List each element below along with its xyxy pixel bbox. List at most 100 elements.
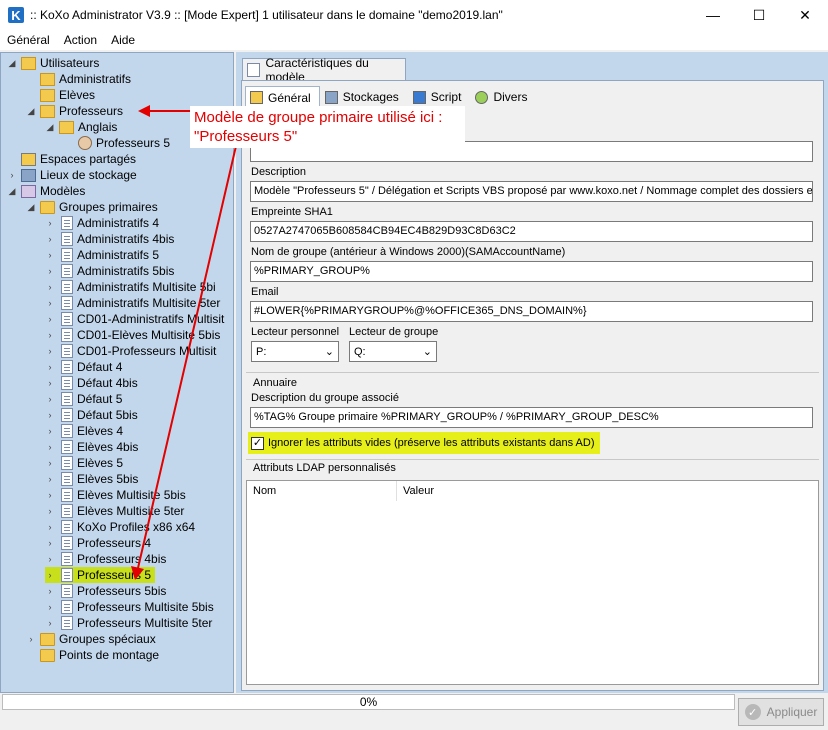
expander-icon[interactable]: › <box>45 346 55 356</box>
tree-item[interactable]: ◢ Utilisateurs <box>7 55 100 71</box>
tree-item[interactable]: › Défaut 4bis <box>45 375 138 391</box>
sha1-field[interactable]: 0527A2747065B608584CB94EC4B829D93C8D63C2 <box>250 221 813 242</box>
minimize-button[interactable]: — <box>690 0 736 30</box>
expander-icon[interactable]: › <box>45 426 55 436</box>
ignore-empty-attributes-checkbox[interactable]: ✓ <box>251 436 264 450</box>
apply-button[interactable]: ✓ Appliquer <box>738 698 824 726</box>
expander-icon[interactable]: › <box>45 234 55 244</box>
expander-icon[interactable]: › <box>45 602 55 612</box>
tree-item[interactable]: › Administratifs Multisite 5bi <box>45 279 216 295</box>
description-field[interactable]: Modèle "Professeurs 5" / Délégation et S… <box>250 181 813 202</box>
close-button[interactable]: ✕ <box>782 0 828 30</box>
expander-icon[interactable]: › <box>45 394 55 404</box>
maximize-button[interactable]: ☐ <box>736 0 782 30</box>
expander-icon[interactable]: › <box>45 218 55 228</box>
tree-item[interactable]: › CD01-Elèves Multisite 5bis <box>45 327 220 343</box>
ignore-empty-attributes-row[interactable]: ✓ Ignorer les attributs vides (préserve … <box>248 432 601 454</box>
tree-item[interactable]: › Elèves 4 <box>45 423 123 439</box>
expander-icon[interactable]: › <box>26 634 36 644</box>
tree-item[interactable]: › CD01-Professeurs Multisit <box>45 343 216 359</box>
tree-item[interactable]: › Lieux de stockage <box>7 167 137 183</box>
tree-item[interactable]: ◢ Modèles <box>7 183 86 199</box>
expander-icon[interactable]: › <box>45 362 55 372</box>
subtab-stockages[interactable]: Stockages <box>320 86 408 108</box>
menu-general[interactable]: Général <box>0 33 57 47</box>
tree-item[interactable]: Administratifs <box>26 71 131 87</box>
tree-item[interactable]: › Groupes spéciaux <box>26 631 156 647</box>
tree-item[interactable]: › Elèves Multisite 5ter <box>45 503 184 519</box>
tree-item[interactable]: › Administratifs 4bis <box>45 231 174 247</box>
tree-item[interactable]: › Professeurs Multisite 5bis <box>45 599 214 615</box>
email-field[interactable]: #LOWER{%PRIMARYGROUP%@%OFFICE365_DNS_DOM… <box>250 301 813 322</box>
tree-item-label: Groupes primaires <box>59 200 158 214</box>
tree-item[interactable]: › Elèves Multisite 5bis <box>45 487 186 503</box>
group-drive-select[interactable]: Q: ⌄ <box>349 341 437 362</box>
expander-icon[interactable]: › <box>45 298 55 308</box>
tree-item[interactable]: › KoXo Profiles x86 x64 <box>45 519 195 535</box>
tree-item[interactable]: › Défaut 4 <box>45 359 122 375</box>
tree-panel: ◢ Utilisateurs Administratifs Elèves ◢ Profes… <box>0 52 234 693</box>
tree-item[interactable]: › Administratifs Multisite 5ter <box>45 295 220 311</box>
expander-icon[interactable]: › <box>45 458 55 468</box>
expander-icon[interactable]: ◢ <box>26 202 36 213</box>
tree-item[interactable]: › Défaut 5 <box>45 391 122 407</box>
tree-item[interactable]: ◢ Professeurs <box>26 103 124 119</box>
ldap-attributes-table[interactable]: Nom Valeur <box>246 480 819 685</box>
expander-icon[interactable]: › <box>45 266 55 276</box>
tree-item[interactable]: ◢ Anglais <box>45 119 118 135</box>
expander-icon[interactable]: › <box>45 378 55 388</box>
doc-icon <box>61 552 73 566</box>
assoc-desc-field[interactable]: %TAG% Groupe primaire %PRIMARY_GROUP% / … <box>250 407 813 428</box>
tree-item[interactable]: Elèves <box>26 87 95 103</box>
tree-item[interactable]: › Administratifs 4 <box>45 215 159 231</box>
tree-item[interactable]: ◢ Groupes primaires <box>26 199 158 215</box>
expander-icon[interactable]: › <box>45 522 55 532</box>
column-header-nom[interactable]: Nom <box>247 481 397 501</box>
tree-item[interactable]: Points de montage <box>26 647 159 663</box>
expander-icon[interactable]: ◢ <box>26 106 36 117</box>
tree-item[interactable]: Professeurs 5 <box>64 135 170 151</box>
tab-model-characteristics[interactable]: Caractéristiques du modèle <box>242 56 406 84</box>
user-icon <box>78 136 92 150</box>
menu-aide[interactable]: Aide <box>104 33 142 47</box>
expander-icon[interactable]: › <box>45 618 55 628</box>
expander-icon[interactable]: › <box>45 282 55 292</box>
expander-icon[interactable]: ◢ <box>7 58 17 69</box>
tree-item[interactable]: › Professeurs 4bis <box>45 551 166 567</box>
expander-icon[interactable]: ◢ <box>7 186 17 197</box>
tree-item[interactable]: › Professeurs 5bis <box>45 583 166 599</box>
expander-icon[interactable]: › <box>45 586 55 596</box>
tree-item[interactable]: › Administratifs 5 <box>45 247 159 263</box>
subtab-divers[interactable]: Divers <box>470 86 536 108</box>
tree-item[interactable]: › Administratifs 5bis <box>45 263 174 279</box>
tree-item[interactable]: › Elèves 5 <box>45 455 123 471</box>
expander-icon[interactable]: › <box>45 570 55 580</box>
expander-icon[interactable]: › <box>45 410 55 420</box>
tree-item[interactable]: Espaces partagés <box>7 151 136 167</box>
menu-action[interactable]: Action <box>57 33 104 47</box>
subtab-script[interactable]: Script <box>408 86 471 108</box>
personal-drive-select[interactable]: P: ⌄ <box>251 341 339 362</box>
subtab-general[interactable]: Général <box>245 86 320 108</box>
expander-icon[interactable]: › <box>45 538 55 548</box>
expander-icon[interactable]: › <box>45 554 55 564</box>
expander-icon[interactable]: › <box>45 442 55 452</box>
expander-icon[interactable]: › <box>45 490 55 500</box>
expander-icon[interactable]: › <box>45 250 55 260</box>
tree-item[interactable]: › Défaut 5bis <box>45 407 138 423</box>
column-header-valeur[interactable]: Valeur <box>397 481 597 501</box>
tree-item[interactable]: › CD01-Administratifs Multisit <box>45 311 224 327</box>
tree-item[interactable]: › Professeurs 5 <box>45 567 156 583</box>
expander-icon[interactable]: › <box>7 170 17 180</box>
tree-item[interactable]: › Elèves 4bis <box>45 439 138 455</box>
expander-icon[interactable]: › <box>45 314 55 324</box>
tree-item-label: Elèves <box>59 88 96 102</box>
group-name-field[interactable]: %PRIMARY_GROUP% <box>250 261 813 282</box>
tree-item[interactable]: › Elèves 5bis <box>45 471 138 487</box>
expander-icon[interactable]: › <box>45 506 55 516</box>
tree-item[interactable]: › Professeurs Multisite 5ter <box>45 615 212 631</box>
expander-icon[interactable]: › <box>45 330 55 340</box>
expander-icon[interactable]: › <box>45 474 55 484</box>
tree-item[interactable]: › Professeurs 4 <box>45 535 151 551</box>
expander-icon[interactable]: ◢ <box>45 122 55 133</box>
